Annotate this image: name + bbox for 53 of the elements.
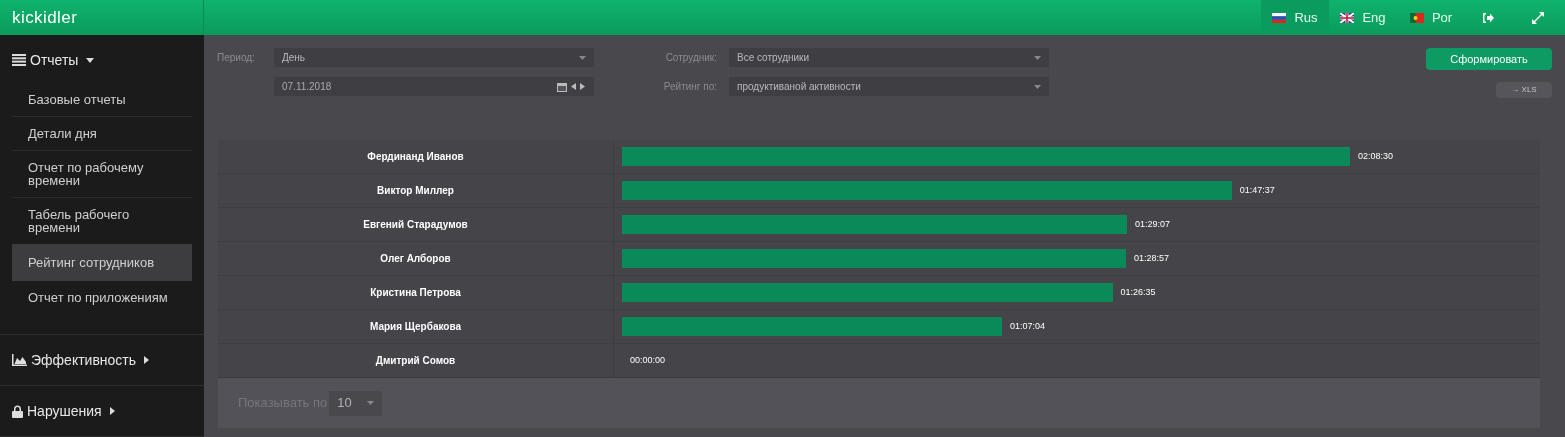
calendar-icon [557,81,567,92]
list-icon [12,54,26,66]
sidebar-item[interactable]: Базовые отчеты [12,83,192,116]
language-button[interactable]: Eng [1329,0,1397,35]
sidebar-item[interactable]: Детали дня [12,117,192,150]
flag-icon [1340,12,1355,23]
employee-select[interactable]: Все сотрудники [729,48,1049,67]
duration: 01:28:57 [1133,251,1169,265]
logout-icon [1481,12,1494,23]
area-chart-icon [12,354,27,366]
rating-label: Рейтинг по: [662,80,718,94]
logo: kickidler [12,6,78,29]
caret-down-icon [367,401,375,405]
duration: 02:08:30 [1358,149,1394,163]
employee-name: Кристина Петрова [218,276,614,309]
prev-next-arrows-icon [571,83,586,90]
sidebar-item[interactable]: Отчет по приложениям [12,281,192,314]
duration: 01:07:04 [1009,319,1045,333]
caret-down-icon [86,57,95,63]
period-label: Период: [217,51,256,65]
sidebar-item[interactable]: Отчет по рабочему времени [12,151,192,197]
sidebar-section[interactable]: Отчеты [0,35,107,85]
caret-down-icon [579,55,586,60]
expand-icon [1531,11,1544,24]
employee-name: Виктор Миллер [218,174,614,207]
sidebar-item[interactable]: Рейтинг сотрудников [12,244,192,281]
caret-right-icon [109,407,115,415]
period-select[interactable]: День [274,48,594,67]
sidebar-section[interactable]: Нарушения [0,386,127,436]
page-size-select[interactable]: 10 [329,390,383,416]
employee-name: Олег Алборов [218,242,614,275]
flag-icon [1272,12,1287,23]
duration: 01:29:07 [1134,217,1170,231]
flag-icon [1409,12,1424,23]
caret-right-icon [144,356,150,364]
sidebar-section[interactable]: Эффективность [0,335,162,385]
sidebar-item[interactable]: Табель рабочего времени [12,198,192,244]
rating-select[interactable]: продуктиваной активности [729,77,1049,96]
lock-icon [12,404,23,418]
caret-down-icon [1034,55,1041,60]
date-field[interactable]: 07.11.2018 [274,77,594,96]
employee-label: Сотрудник: [664,51,718,65]
employee-name: Фердинанд Иванов [218,140,614,173]
employee-name: Евгений Старадумов [218,208,614,241]
date-value: 07.11.2018 [282,80,332,94]
export-xls-button[interactable]: → XLS [1496,82,1552,98]
duration: 01:26:35 [1120,285,1156,299]
caret-down-icon [1034,84,1041,89]
language-button[interactable]: Por [1397,0,1465,35]
duration: 00:00:00 [630,353,666,367]
employee-name: Мария Щербакова [218,310,614,343]
generate-button[interactable]: Сформировать [1426,48,1552,70]
duration: 01:47:37 [1239,183,1275,197]
